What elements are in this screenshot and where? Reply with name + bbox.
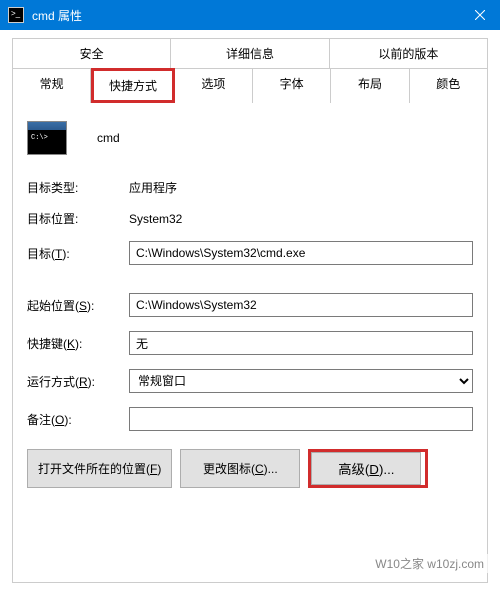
row-target-type: 目标类型: 应用程序 [27,179,473,196]
label-run: 运行方式(R): [27,373,117,390]
row-target: 目标(T): [27,241,473,265]
run-select[interactable]: 常规窗口 [129,369,473,393]
button-row: 打开文件所在的位置(F) 更改图标(C)... 高级(D)... [27,449,473,488]
target-input[interactable] [129,241,473,265]
tab-row-2: 常规 快捷方式 选项 字体 布局 颜色 [12,68,488,103]
row-shortcut-key: 快捷键(K): [27,331,473,355]
tab-row-1: 安全 详细信息 以前的版本 [12,38,488,68]
app-header: cmd [27,121,473,155]
spacer [27,279,473,293]
close-icon [475,10,485,20]
tab-font[interactable]: 字体 [253,68,331,103]
tab-previous-versions[interactable]: 以前的版本 [330,38,488,68]
row-comment: 备注(O): [27,407,473,431]
open-file-location-button[interactable]: 打开文件所在的位置(F) [27,449,172,488]
cmd-icon [8,7,24,23]
close-button[interactable] [460,0,500,30]
app-name: cmd [97,131,120,145]
label-target-type: 目标类型: [27,179,117,196]
tab-colors[interactable]: 颜色 [410,68,488,103]
row-target-location: 目标位置: System32 [27,210,473,227]
tab-details[interactable]: 详细信息 [171,38,329,68]
advanced-button-highlight: 高级(D)... [308,449,428,488]
label-target: 目标(T): [27,245,117,262]
change-icon-button[interactable]: 更改图标(C)... [180,449,300,488]
tab-general[interactable]: 常规 [12,68,91,103]
start-in-input[interactable] [129,293,473,317]
watermark: W10之家 w10zj.com [371,554,488,573]
value-target-location: System32 [129,212,182,226]
row-run: 运行方式(R): 常规窗口 [27,369,473,393]
label-start-in: 起始位置(S): [27,297,117,314]
row-start-in: 起始位置(S): [27,293,473,317]
value-target-type: 应用程序 [129,179,177,196]
shortcut-key-input[interactable] [129,331,473,355]
label-shortcut-key: 快捷键(K): [27,335,117,352]
window-title: cmd 属性 [32,7,82,24]
label-comment: 备注(O): [27,411,117,428]
tab-layout[interactable]: 布局 [331,68,409,103]
shortcut-tabpanel: cmd 目标类型: 应用程序 目标位置: System32 目标(T): 起始位… [12,103,488,583]
comment-input[interactable] [129,407,473,431]
titlebar: cmd 属性 [0,0,500,30]
tab-shortcut[interactable]: 快捷方式 [91,68,174,103]
tab-security[interactable]: 安全 [12,38,171,68]
advanced-button[interactable]: 高级(D)... [311,452,421,485]
label-target-location: 目标位置: [27,210,117,227]
dialog-body: 安全 详细信息 以前的版本 常规 快捷方式 选项 字体 布局 颜色 cmd 目标… [0,30,500,591]
app-icon [27,121,67,155]
tab-options[interactable]: 选项 [175,68,253,103]
